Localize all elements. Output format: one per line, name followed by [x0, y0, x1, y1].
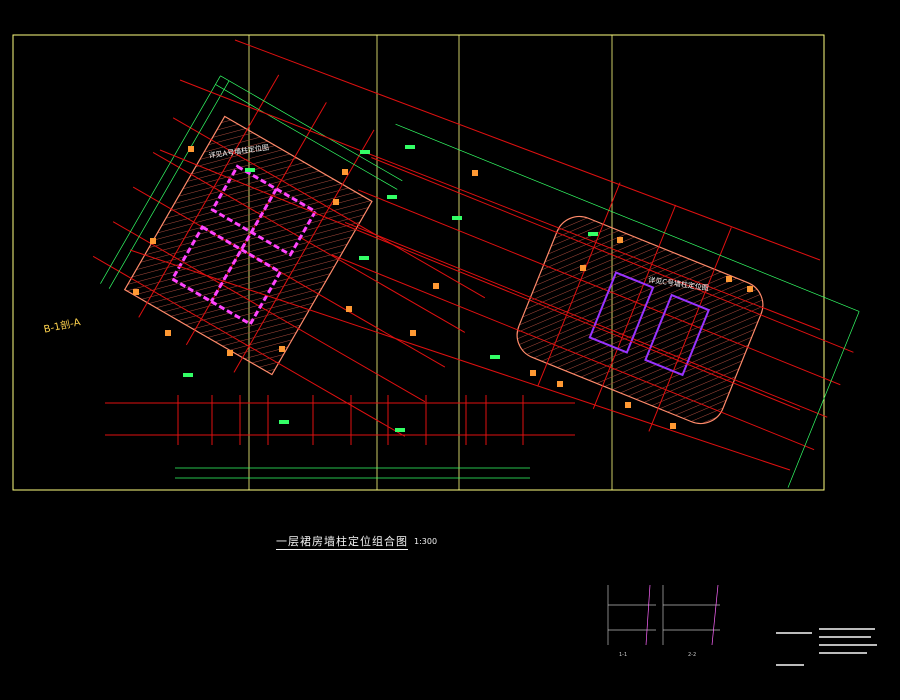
- building-a-axes: [92, 74, 486, 437]
- notes-block: [776, 628, 877, 666]
- cad-drawing: [12, 34, 877, 666]
- drawing-scale: 1:300: [414, 537, 438, 546]
- drawing-title-block: 一层裙房墙柱定位组合图 1:300: [276, 532, 437, 550]
- detail-label-2: 2-2: [688, 652, 697, 658]
- detail-label-1: 1-1: [619, 652, 628, 658]
- drawing-title: 一层裙房墙柱定位组合图: [276, 535, 408, 550]
- detail-panel-1: [607, 584, 656, 646]
- building-a: [92, 74, 486, 437]
- podium-grid: [105, 395, 575, 479]
- detail-panel-2: [662, 584, 720, 646]
